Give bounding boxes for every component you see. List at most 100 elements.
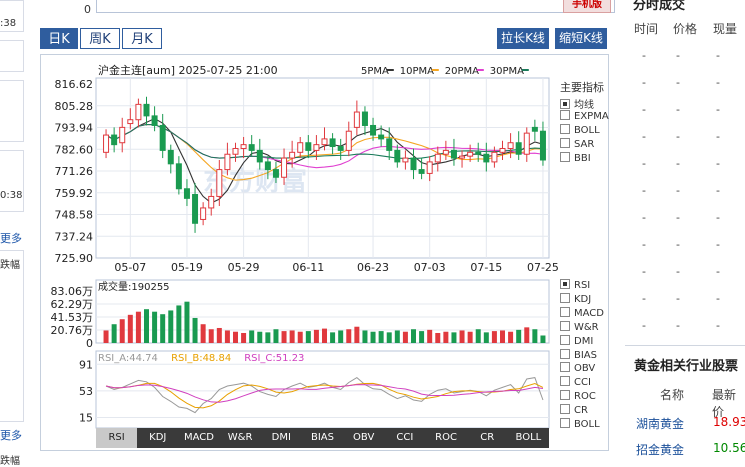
ma-legend-label: 5PMA: [361, 66, 389, 77]
stock-name-zhaojin-gold[interactable]: 招金黄金: [636, 441, 684, 458]
ticks-panel-title: 分时成交: [633, 0, 686, 13]
tick-placeholder: -: [642, 49, 646, 62]
ma-legend-swatch: [476, 69, 484, 71]
sub-indicator-option[interactable]: RSI: [560, 279, 590, 291]
sub-indicator-option[interactable]: DMI: [560, 334, 593, 347]
sub-indicator-label: W&R: [574, 321, 599, 333]
indicator-tab[interactable]: BOLL: [508, 428, 549, 448]
volume-bar: [427, 329, 433, 343]
checkbox-icon[interactable]: [560, 418, 570, 428]
checkbox-icon[interactable]: [560, 99, 570, 109]
checkbox-icon[interactable]: [560, 110, 570, 120]
checkbox-icon[interactable]: [560, 306, 570, 317]
checkbox-icon[interactable]: [560, 376, 570, 387]
main-indicator-option[interactable]: 均线: [560, 96, 594, 111]
volume-bar: [378, 331, 384, 343]
checkbox-icon[interactable]: [560, 404, 570, 415]
header-price: 价格: [673, 22, 698, 36]
stock-name-hunan-gold[interactable]: 湖南黄金: [636, 415, 684, 432]
volume-tick-label: 62.29万: [51, 298, 94, 311]
volume-bar: [394, 330, 400, 343]
main-indicator-option[interactable]: SAR: [560, 138, 594, 150]
tick-placeholder: -: [676, 211, 680, 224]
checkbox-icon[interactable]: [560, 348, 570, 359]
price-panel: [95, 77, 550, 259]
candle-body: [305, 142, 312, 151]
main-indicator-option[interactable]: EXPMA: [560, 110, 609, 122]
candle-body: [345, 130, 352, 151]
volume-bar: [184, 301, 190, 343]
candle-body: [370, 124, 377, 136]
volume-bar: [119, 319, 125, 343]
volume-bar: [200, 324, 206, 343]
volume-bar: [540, 335, 546, 343]
indicator-tab[interactable]: CR: [467, 428, 508, 448]
tick-placeholder: -: [642, 319, 646, 332]
candle-body: [232, 147, 239, 155]
candle-body: [313, 144, 320, 151]
indicator-tab[interactable]: MACD: [178, 428, 219, 448]
indicator-tab[interactable]: CCI: [384, 428, 425, 448]
sub-indicator-option[interactable]: MACD: [560, 306, 604, 319]
tick-placeholder: -: [642, 211, 646, 224]
main-indicator-option[interactable]: BOLL: [560, 124, 600, 136]
checkbox-icon[interactable]: [560, 320, 570, 331]
candle-body: [467, 151, 474, 157]
checkbox-icon[interactable]: [560, 138, 570, 148]
main-indicator-option[interactable]: BBI: [560, 152, 591, 164]
price-tick-label: 782.60: [55, 143, 94, 156]
rsi-tick-label: 15: [79, 412, 93, 425]
candle-body: [143, 103, 150, 117]
ma-legend-swatch: [431, 69, 439, 71]
checkbox-icon[interactable]: [560, 334, 570, 345]
checkbox-icon[interactable]: [560, 152, 570, 162]
indicator-tab[interactable]: KDJ: [137, 428, 178, 448]
candle-body: [119, 126, 126, 144]
checkbox-icon[interactable]: [560, 292, 570, 303]
indicator-tab[interactable]: OBV: [343, 428, 384, 448]
candle-body: [256, 149, 263, 163]
volume-bar: [135, 311, 141, 343]
candle-body: [386, 138, 393, 151]
indicator-tab[interactable]: DMI: [261, 428, 302, 448]
sub-indicator-option[interactable]: KDJ: [560, 292, 592, 305]
volume-bar: [224, 330, 230, 343]
sub-indicator-label: RSI: [574, 280, 591, 291]
sub-indicator-label: KDJ: [574, 293, 592, 305]
sub-indicator-option[interactable]: OBV: [560, 362, 595, 374]
tick-placeholder: -: [716, 265, 720, 278]
ma-legend-swatch: [521, 69, 529, 71]
tick-placeholder: -: [642, 238, 646, 251]
sub-indicator-option[interactable]: W&R: [560, 320, 599, 333]
tick-placeholder: -: [676, 265, 680, 278]
tick-placeholder: -: [676, 103, 680, 116]
indicator-tab[interactable]: W&R: [220, 428, 261, 448]
price-tick-label: 805.28: [55, 100, 94, 113]
sub-indicator-option[interactable]: ROC: [560, 390, 596, 402]
date-tick-label: 07-25: [527, 261, 559, 274]
indicator-tab[interactable]: RSI: [96, 428, 138, 448]
date-tick-label: 07-15: [470, 261, 502, 274]
candle-body: [272, 169, 279, 178]
volume-bar: [160, 314, 166, 343]
candle-body: [167, 149, 174, 165]
candle-body: [442, 149, 449, 155]
indicator-tab[interactable]: BIAS: [302, 428, 343, 448]
indicator-tab[interactable]: ROC: [425, 428, 466, 448]
volume-bar: [233, 331, 238, 343]
sub-indicator-option[interactable]: CCI: [560, 376, 591, 388]
candle-body: [200, 207, 207, 220]
sub-indicator-option[interactable]: BOLL: [560, 418, 600, 430]
sub-indicator-option[interactable]: BIAS: [560, 348, 597, 361]
volume-bar: [297, 331, 303, 343]
indicator-tab-bar: RSI KDJ MACD W&R DMI BIAS OBV CCI ROC CR BOLL: [96, 428, 549, 448]
tick-placeholder: -: [716, 319, 720, 332]
checkbox-icon[interactable]: [560, 390, 570, 401]
volume-bar: [370, 331, 376, 343]
checkbox-icon[interactable]: [560, 362, 570, 373]
checkbox-icon[interactable]: [560, 124, 570, 134]
volume-bar: [281, 331, 287, 343]
sub-indicator-option[interactable]: CR: [560, 404, 588, 416]
checkbox-icon[interactable]: [560, 279, 570, 289]
candle-body: [264, 161, 271, 171]
